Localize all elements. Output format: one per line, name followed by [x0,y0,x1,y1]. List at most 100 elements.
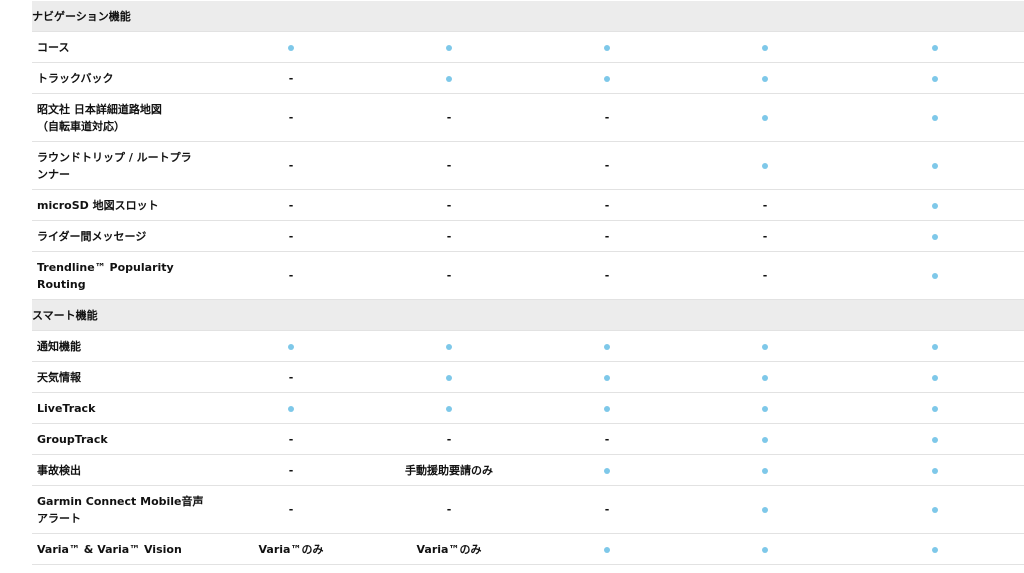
note-text: Varia™のみ [416,542,482,556]
support-cell [370,361,528,393]
dot-icon [932,202,939,209]
support-cell [212,392,370,424]
feature-label: Varia™ & Varia™ Vision [32,533,212,565]
support-cell: - [212,189,370,221]
dash-text: - [288,432,294,446]
support-cell [212,31,370,63]
table-row: GroupTrack - - - [32,423,1024,455]
dot-icon [288,343,294,350]
dot-icon [446,75,452,82]
support-cell [844,93,1024,142]
table-row: ラウンドトリップ / ルートプラ ンナー - - - [32,141,1024,190]
support-cell: - [686,189,844,221]
support-cell: - [528,141,686,190]
support-cell: - [686,220,844,252]
dash-text: - [762,229,768,243]
dash-text: - [288,503,294,516]
support-cell [686,361,844,393]
dot-icon [932,546,939,553]
dot-icon [604,546,610,553]
support-cell [844,31,1024,63]
feature-label: GroupTrack [32,423,212,455]
support-cell [686,93,844,142]
feature-label: microSD 地図スロット [32,189,212,221]
feature-label: 通知機能 [32,330,212,362]
support-cell: - [212,485,370,534]
note-text: Varia™のみ [258,542,324,556]
support-cell [844,392,1024,424]
dot-icon [604,374,610,381]
dash-text: - [604,503,610,516]
dot-icon [288,44,294,51]
dash-text: - [288,269,294,282]
dot-icon [604,343,610,350]
dot-icon [932,467,939,474]
table-row: LiveTrack [32,392,1024,424]
table-row: 昭文社 日本詳細道路地図 （自転車道対応） - - - [32,93,1024,142]
dot-icon [762,507,768,513]
feature-label: 天気情報 [32,361,212,393]
support-cell [212,330,370,362]
support-cell: - [370,220,528,252]
dot-icon [604,405,610,412]
dot-icon [762,405,768,412]
support-cell: Varia™のみ [212,533,370,565]
support-cell [686,485,844,534]
feature-label: LiveTrack [32,392,212,424]
table-row: Varia™ & Varia™ Vision Varia™のみ Varia™のみ [32,533,1024,565]
dot-icon [932,507,939,513]
support-cell [844,141,1024,190]
dot-icon [446,374,452,381]
table-row: 事故検出 - 手動援助要請のみ [32,454,1024,486]
support-cell [370,62,528,94]
table-row: 通知機能 [32,330,1024,362]
dot-icon [932,233,939,240]
dot-icon [762,163,768,169]
table-row: 天気情報 - [32,361,1024,393]
dash-text: - [604,198,610,212]
dash-text: - [446,159,452,172]
support-cell [528,330,686,362]
support-cell: Varia™のみ [370,533,528,565]
section-title: ナビゲーション機能 [32,1,1024,32]
dot-icon [762,467,768,474]
support-cell [528,31,686,63]
dash-text: - [446,269,452,282]
dash-text: - [604,432,610,446]
note-text: 手動援助要請のみ [405,463,493,477]
support-cell: - [528,189,686,221]
support-cell [844,423,1024,455]
dash-text: - [446,111,452,124]
support-cell [686,31,844,63]
dot-icon [932,273,939,279]
dot-icon [762,436,768,443]
dash-text: - [288,111,294,124]
support-cell: - [528,220,686,252]
support-cell: - [686,251,844,300]
support-cell [528,392,686,424]
feature-label: Garmin Connect Mobile音声 アラート [32,485,212,534]
support-cell: - [528,251,686,300]
dash-text: - [288,159,294,172]
dot-icon [604,75,610,82]
dash-text: - [446,503,452,516]
dash-text: - [288,463,294,477]
dash-text: - [604,269,610,282]
support-cell: - [370,141,528,190]
support-cell: - [370,423,528,455]
dot-icon [932,374,939,381]
table-body: ナビゲーション機能 コース トラックバック - 昭文社 日本詳細道路地図 （自転車道対応）… [32,1,1024,565]
support-cell [844,533,1024,565]
dash-text: - [446,432,452,446]
dash-text: - [604,159,610,172]
support-cell: - [528,423,686,455]
dash-text: - [446,198,452,212]
support-cell [844,485,1024,534]
support-cell [844,330,1024,362]
dot-icon [446,405,452,412]
feature-label: ラウンドトリップ / ルートプラ ンナー [32,141,212,190]
feature-label: トラックバック [32,62,212,94]
dot-icon [762,374,768,381]
support-cell: - [370,189,528,221]
support-cell [686,423,844,455]
